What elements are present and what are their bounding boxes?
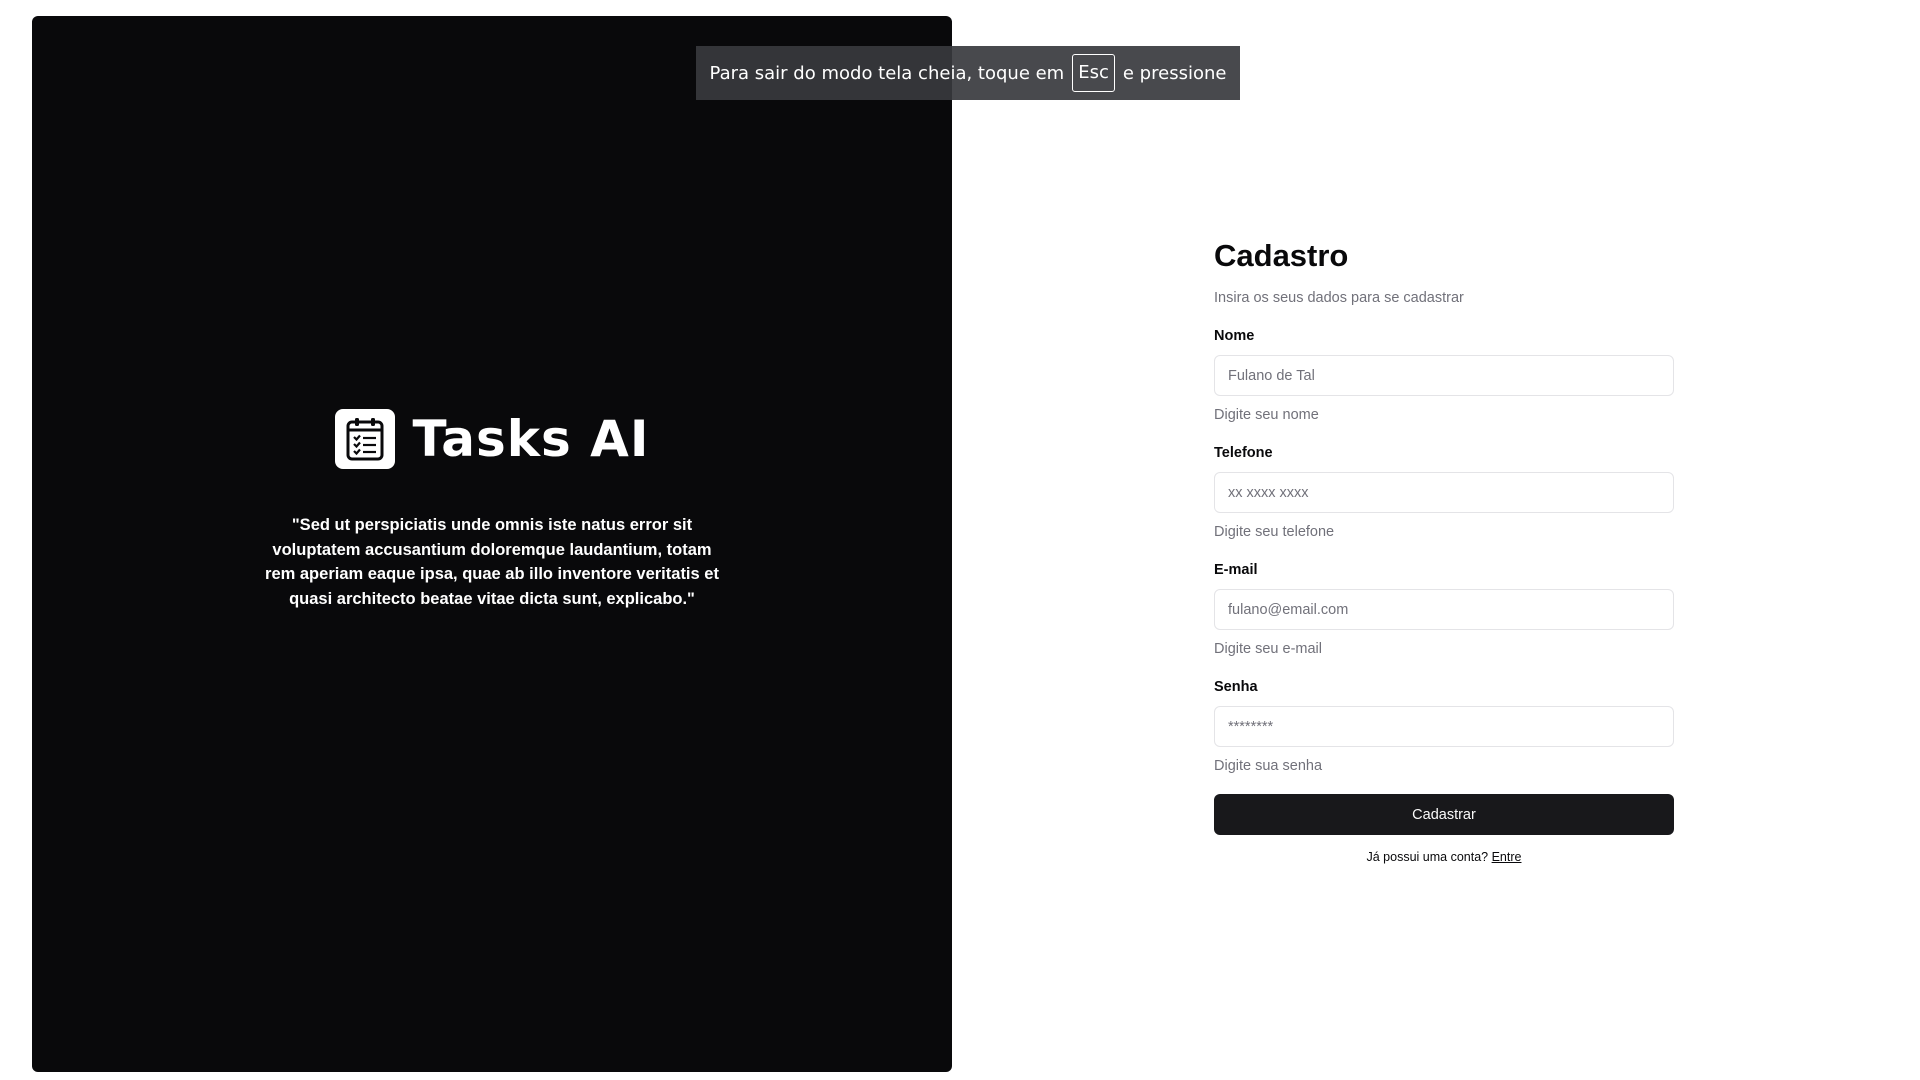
form-subtitle: Insira os seus dados para se cadastrar xyxy=(1214,290,1464,306)
fullscreen-notice-text-before: Para sair do modo tela cheia, toque em xyxy=(709,62,1065,84)
name-field-group: Nome Digite seu nome xyxy=(1214,326,1674,425)
fullscreen-exit-notice: Para sair do modo tela cheia, toque em E… xyxy=(696,46,1240,100)
signup-form: Cadastro Insira os seus dados para se ca… xyxy=(1214,236,1674,864)
esc-key-badge: Esc xyxy=(1072,54,1115,92)
password-field-group: Senha Digite sua senha xyxy=(1214,677,1674,776)
brand-header: Tasks AI xyxy=(334,409,650,469)
phone-label: Telefone xyxy=(1214,445,1273,461)
phone-hint: Digite seu telefone xyxy=(1214,524,1335,540)
brand-quote: "Sed ut perspiciatis unde omnis iste nat… xyxy=(265,516,719,608)
email-input[interactable] xyxy=(1214,589,1674,630)
signup-button[interactable]: Cadastrar xyxy=(1214,794,1674,835)
email-hint: Digite seu e-mail xyxy=(1214,641,1322,657)
brand-name: Tasks AI xyxy=(412,410,650,468)
fullscreen-notice-text-after: e pressione xyxy=(1122,62,1227,84)
email-field-group: E-mail Digite seu e-mail xyxy=(1214,560,1674,659)
name-input[interactable] xyxy=(1214,355,1674,396)
phone-field-group: Telefone Digite seu telefone xyxy=(1214,443,1674,542)
login-prompt-line: Já possui uma conta? Entre xyxy=(1214,850,1674,864)
page-title: Cadastro xyxy=(1214,238,1349,273)
name-label: Nome xyxy=(1214,328,1255,344)
password-input[interactable] xyxy=(1214,706,1674,747)
brand-panel: Tasks AI "Sed ut perspiciatis unde omnis… xyxy=(32,16,952,1072)
phone-input[interactable] xyxy=(1214,472,1674,513)
name-hint: Digite seu nome xyxy=(1214,407,1319,423)
email-label: E-mail xyxy=(1214,562,1258,578)
clipboard-checklist-icon xyxy=(334,409,395,469)
password-label: Senha xyxy=(1214,679,1258,695)
login-prompt-text: Já possui uma conta? xyxy=(1366,850,1489,864)
password-hint: Digite sua senha xyxy=(1214,758,1323,774)
login-link[interactable]: Entre xyxy=(1492,850,1522,864)
